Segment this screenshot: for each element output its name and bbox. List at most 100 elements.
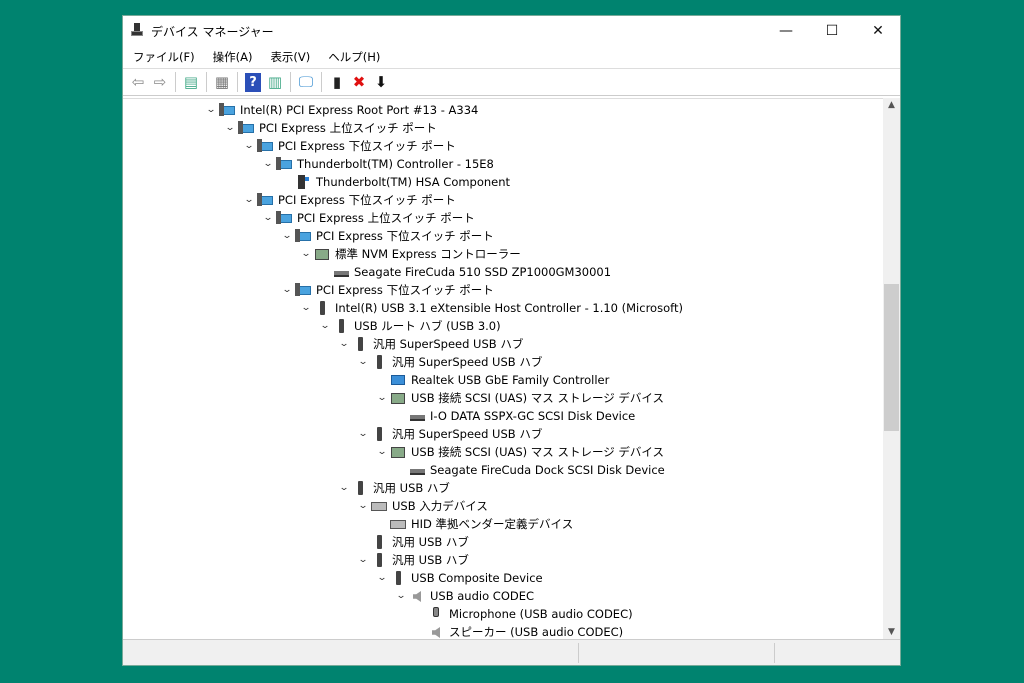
chevron-down-icon[interactable]: ⌄ xyxy=(260,213,277,223)
tree-node[interactable]: ⌄ Intel(R) USB 3.1 eXtensible Host Contro… xyxy=(300,299,683,317)
menu-item[interactable]: ヘルプ(H) xyxy=(318,47,388,67)
tree-node[interactable]: スピーカー (USB audio CODEC) xyxy=(414,623,623,639)
toolbar-separator xyxy=(175,72,176,92)
pci-device-icon xyxy=(257,193,273,207)
tree-node[interactable]: Thunderbolt(TM) HSA Component xyxy=(281,173,510,191)
usb-device-icon xyxy=(314,301,330,315)
tree-node[interactable]: ⌄ 汎用 SuperSpeed USB ハブ xyxy=(357,353,542,371)
tree-node-label: Microphone (USB audio CODEC) xyxy=(449,607,633,621)
chevron-down-icon[interactable]: ⌄ xyxy=(279,231,296,241)
tree-node-label: Thunderbolt(TM) Controller - 15E8 xyxy=(297,157,494,171)
chevron-down-icon[interactable]: ⌄ xyxy=(393,591,410,601)
toolbar-separator xyxy=(321,72,322,92)
chevron-down-icon[interactable]: ⌄ xyxy=(374,447,391,457)
tree-node[interactable]: Seagate FireCuda Dock SCSI Disk Device xyxy=(395,461,665,479)
tree-node-label: Thunderbolt(TM) HSA Component xyxy=(316,175,511,189)
pci-device-icon xyxy=(276,211,292,225)
tree-node[interactable]: 汎用 USB ハブ xyxy=(357,533,469,551)
chevron-down-icon[interactable]: ⌄ xyxy=(298,303,315,313)
mic-device-icon xyxy=(428,607,444,621)
tree-node[interactable]: ⌄ 汎用 SuperSpeed USB ハブ xyxy=(338,335,523,353)
chevron-down-icon[interactable]: ⌄ xyxy=(260,159,277,169)
kb-device-icon xyxy=(371,499,387,513)
menu-item[interactable]: 表示(V) xyxy=(260,47,318,67)
status-bar xyxy=(123,639,900,665)
disk-device-icon xyxy=(409,409,425,423)
tree-node[interactable]: ⌄ Thunderbolt(TM) Controller - 15E8 xyxy=(262,155,494,173)
chevron-down-icon[interactable]: ⌄ xyxy=(355,429,372,439)
show-hide-console-tree-icon[interactable]: ▤ xyxy=(180,71,202,93)
vertical-scrollbar[interactable]: ▲ ▼ xyxy=(883,98,900,639)
pci-device-icon xyxy=(257,139,273,153)
tree-node-label: PCI Express 下位スイッチ ポート xyxy=(316,229,494,243)
tree-node[interactable]: Seagate FireCuda 510 SSD ZP1000GM30001 xyxy=(319,263,611,281)
tree-node[interactable]: ⌄ PCI Express 上位スイッチ ポート xyxy=(224,119,437,137)
chevron-down-icon[interactable]: ⌄ xyxy=(355,555,372,565)
scroll-up-button[interactable]: ▲ xyxy=(883,100,900,110)
tree-node[interactable]: ⌄ USB 接続 SCSI (UAS) マス ストレージ デバイス xyxy=(376,389,664,407)
toolbar-separator xyxy=(290,72,291,92)
chevron-down-icon[interactable]: ⌄ xyxy=(336,339,353,349)
tree-node[interactable]: HID 準拠ベンダー定義デバイス xyxy=(376,515,573,533)
tree-node[interactable]: ⌄ USB ルート ハブ (USB 3.0) xyxy=(319,317,501,335)
uninstall-device-icon[interactable]: ✖ xyxy=(348,71,370,93)
tree-node-label: I-O DATA SSPX-GC SCSI Disk Device xyxy=(430,409,636,423)
tree-node-label: 汎用 SuperSpeed USB ハブ xyxy=(373,337,524,351)
tree-node[interactable]: ⌄ 汎用 USB ハブ xyxy=(357,551,469,569)
usb-device-icon xyxy=(371,427,387,441)
tree-node[interactable]: ⌄ Intel(R) PCI Express Root Port #13 - A3… xyxy=(205,101,478,119)
tree-node[interactable]: ⌄ USB audio CODEC xyxy=(395,587,534,605)
scan-hardware-icon[interactable]: 🖵 xyxy=(295,71,317,93)
tree-node[interactable]: ⌄ PCI Express 下位スイッチ ポート xyxy=(243,191,456,209)
update-driver-icon[interactable]: ▮ xyxy=(326,71,348,93)
forward-icon[interactable]: ⇨ xyxy=(149,71,171,93)
help-icon[interactable]: ? xyxy=(245,72,261,92)
menu-item[interactable]: 操作(A) xyxy=(203,47,261,67)
chevron-down-icon[interactable]: ⌄ xyxy=(317,321,334,331)
tree-node[interactable]: ⌄ USB 入力デバイス xyxy=(357,497,488,515)
show-action-pane-icon[interactable]: ▥ xyxy=(264,71,286,93)
chevron-down-icon[interactable]: ⌄ xyxy=(336,483,353,493)
stor-device-icon xyxy=(390,391,406,405)
tree-node-label: 汎用 SuperSpeed USB ハブ xyxy=(392,427,543,441)
chevron-down-icon[interactable]: ⌄ xyxy=(374,573,391,583)
tree-node[interactable]: ⌄ PCI Express 下位スイッチ ポート xyxy=(281,281,494,299)
tree-node[interactable]: ⌄ USB 接続 SCSI (UAS) マス ストレージ デバイス xyxy=(376,443,664,461)
chevron-down-icon[interactable]: ⌄ xyxy=(355,501,372,511)
menu-item[interactable]: ファイル(F) xyxy=(123,47,203,67)
tree-node[interactable]: I-O DATA SSPX-GC SCSI Disk Device xyxy=(395,407,635,425)
toolbar: ⇦ ⇨ ▤ ▦? ▥ 🖵 ▮ ✖ ⬇ xyxy=(123,68,900,96)
tree-node[interactable]: ⌄ 汎用 USB ハブ xyxy=(338,479,450,497)
back-icon[interactable]: ⇦ xyxy=(127,71,149,93)
aud-device-icon xyxy=(409,589,425,603)
properties-icon[interactable]: ▦ xyxy=(211,71,233,93)
minimize-button[interactable]: — xyxy=(763,16,809,46)
close-button[interactable]: ✕ xyxy=(855,16,901,46)
scroll-thumb[interactable] xyxy=(884,284,899,431)
tree-node[interactable]: ⌄ 標準 NVM Express コントローラー xyxy=(300,245,521,263)
chevron-down-icon[interactable]: ⌄ xyxy=(374,393,391,403)
aud-device-icon xyxy=(428,625,444,639)
chevron-down-icon[interactable]: ⌄ xyxy=(355,357,372,367)
maximize-button[interactable]: ☐ xyxy=(809,16,855,46)
toolbar-separator xyxy=(206,72,207,92)
scroll-down-button[interactable]: ▼ xyxy=(883,627,900,637)
chevron-down-icon[interactable]: ⌄ xyxy=(222,123,239,133)
tree-node[interactable]: ⌄ PCI Express 下位スイッチ ポート xyxy=(281,227,494,245)
tree-node[interactable]: ⌄ 汎用 SuperSpeed USB ハブ xyxy=(357,425,542,443)
tree-node[interactable]: ⌄ PCI Express 下位スイッチ ポート xyxy=(243,137,456,155)
tree-node[interactable]: ⌄ PCI Express 上位スイッチ ポート xyxy=(262,209,475,227)
disable-device-icon[interactable]: ⬇ xyxy=(370,71,392,93)
tree-node-label: Seagate FireCuda Dock SCSI Disk Device xyxy=(430,463,665,477)
tree-node[interactable]: Microphone (USB audio CODEC) xyxy=(414,605,633,623)
chevron-down-icon[interactable]: ⌄ xyxy=(241,195,258,205)
usb-device-icon xyxy=(390,571,406,585)
chevron-down-icon[interactable]: ⌄ xyxy=(298,249,315,259)
tree-node[interactable]: Realtek USB GbE Family Controller xyxy=(376,371,609,389)
chevron-down-icon[interactable]: ⌄ xyxy=(203,105,220,115)
tree-node[interactable]: ⌄ USB Composite Device xyxy=(376,569,543,587)
disk-device-icon xyxy=(409,463,425,477)
chevron-down-icon[interactable]: ⌄ xyxy=(279,285,296,295)
chevron-down-icon[interactable]: ⌄ xyxy=(241,141,258,151)
kb-device-icon xyxy=(390,517,406,531)
